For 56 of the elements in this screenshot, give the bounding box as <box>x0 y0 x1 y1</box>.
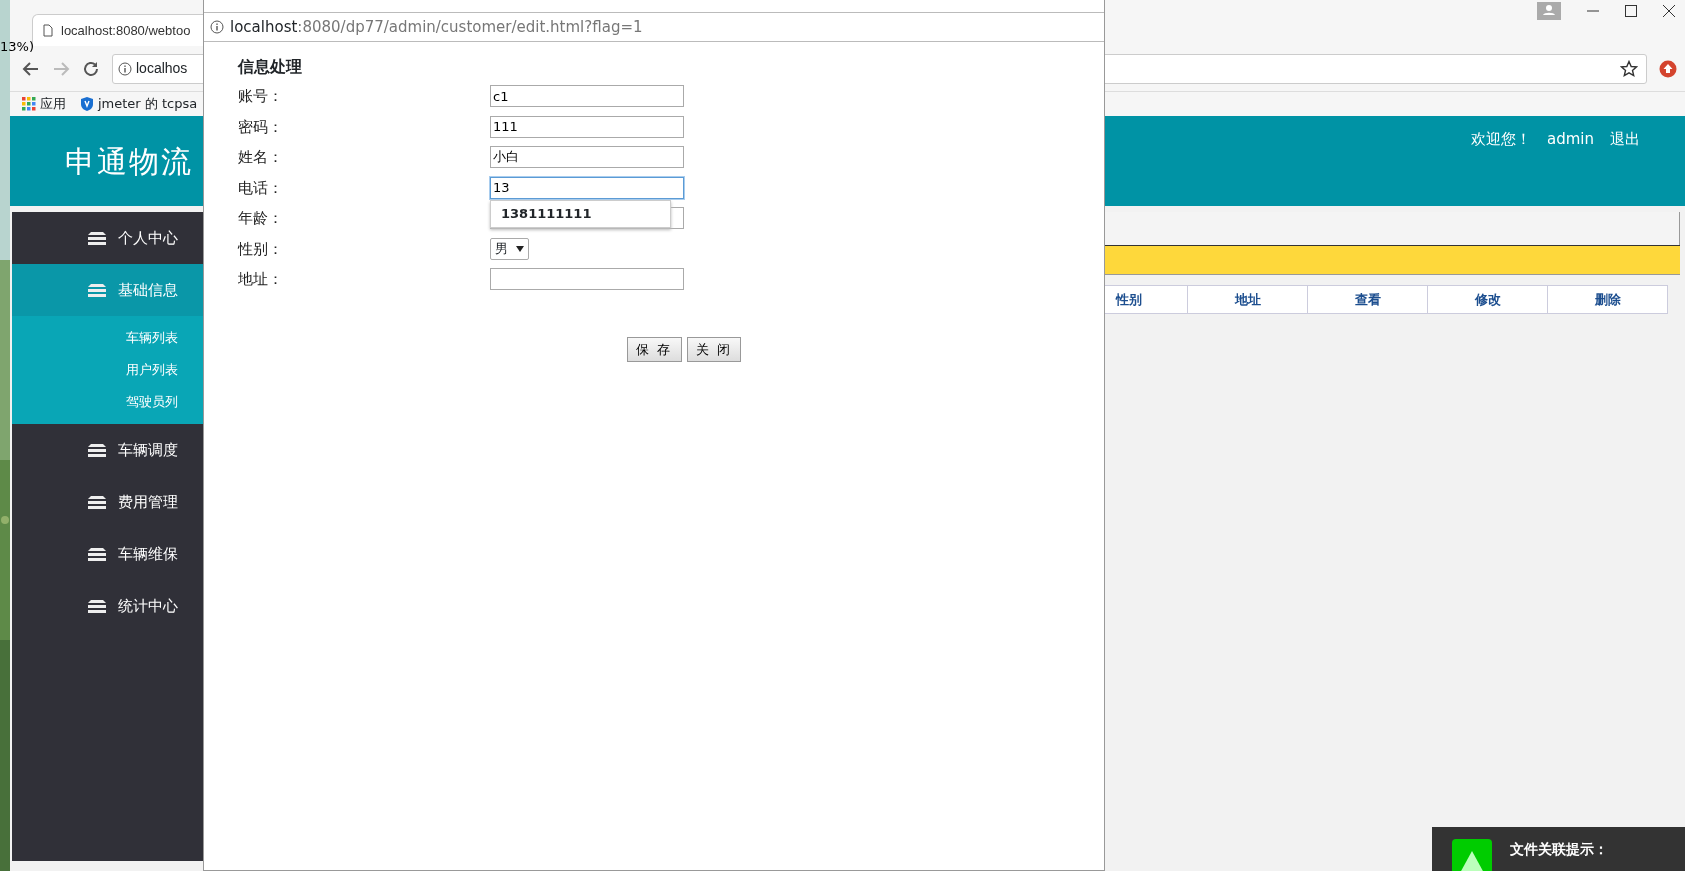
column-header: 性别 <box>1114 290 1143 309</box>
autocomplete-menu[interactable]: 1381111111 <box>490 199 671 228</box>
user-link[interactable]: admin <box>1547 128 1594 151</box>
sidebar-item[interactable]: 个人中心 <box>12 212 205 264</box>
input-field[interactable]: 小白 <box>490 146 684 169</box>
input-field[interactable]: 13 <box>490 176 684 199</box>
sidebar-item[interactable]: 费用管理 <box>12 476 205 528</box>
field-label: 性别： <box>238 238 284 260</box>
field-label: 年龄： <box>238 208 284 229</box>
page-icon <box>43 24 53 37</box>
sidebar-item[interactable]: 车辆调度 <box>12 424 205 476</box>
sidebar-item[interactable]: 车辆维保 <box>12 528 205 580</box>
zoom-text: 13%) <box>0 38 34 56</box>
column-header: 地址 <box>1187 286 1307 313</box>
column-header: 删除 <box>1547 286 1667 313</box>
field-label: 姓名： <box>238 147 284 168</box>
layers-icon <box>87 442 107 458</box>
column-header: 修改 <box>1427 286 1547 313</box>
star-icon[interactable] <box>1620 59 1638 78</box>
gender-select[interactable]: 男 <box>490 237 529 260</box>
info-icon <box>118 61 132 76</box>
bookmark[interactable]: 应用 <box>22 94 66 114</box>
field-label: 地址： <box>238 269 284 290</box>
info-icon <box>210 20 224 34</box>
app-icon <box>1452 839 1492 871</box>
layers-icon <box>87 546 107 562</box>
logout-link[interactable]: 退出 <box>1610 128 1640 151</box>
form-title: 信息处理 <box>238 56 303 78</box>
maximize-icon[interactable] <box>1625 5 1637 17</box>
input-field[interactable] <box>490 268 684 291</box>
back-icon[interactable] <box>22 59 40 78</box>
field-label: 密码： <box>238 116 284 138</box>
shield-icon <box>80 96 94 112</box>
layers-icon <box>87 598 107 614</box>
bookmark[interactable]: jmeter 的 tcpsa <box>80 94 198 114</box>
sidebar-item[interactable]: 统计中心 <box>12 580 205 632</box>
form-button[interactable]: 保 存 <box>627 336 682 362</box>
apps-icon <box>22 97 36 111</box>
reload-icon[interactable] <box>82 59 100 78</box>
field-label: 账号： <box>238 86 284 107</box>
layers-icon <box>87 282 107 298</box>
form-button[interactable]: 关 闭 <box>686 336 741 362</box>
upload-icon[interactable] <box>1659 59 1677 78</box>
notification-title: 文件关联提示： <box>1510 840 1608 859</box>
close-icon[interactable] <box>1663 5 1675 17</box>
site-title: 申通物流 <box>65 142 193 181</box>
sidebar-item[interactable]: 基础信息 <box>12 264 205 316</box>
field-label: 电话： <box>238 177 284 199</box>
input-field[interactable]: c1 <box>490 85 684 108</box>
input-field[interactable]: 111 <box>490 115 684 138</box>
welcome-text: 欢迎您！ <box>1471 129 1531 150</box>
layers-icon <box>87 230 107 246</box>
column-header: 查看 <box>1307 286 1427 313</box>
url-text: localhost:8080/dp77/admin/customer/edit.html?flag=1 <box>230 16 643 38</box>
caret-icon <box>516 245 524 252</box>
layers-icon <box>87 494 107 510</box>
